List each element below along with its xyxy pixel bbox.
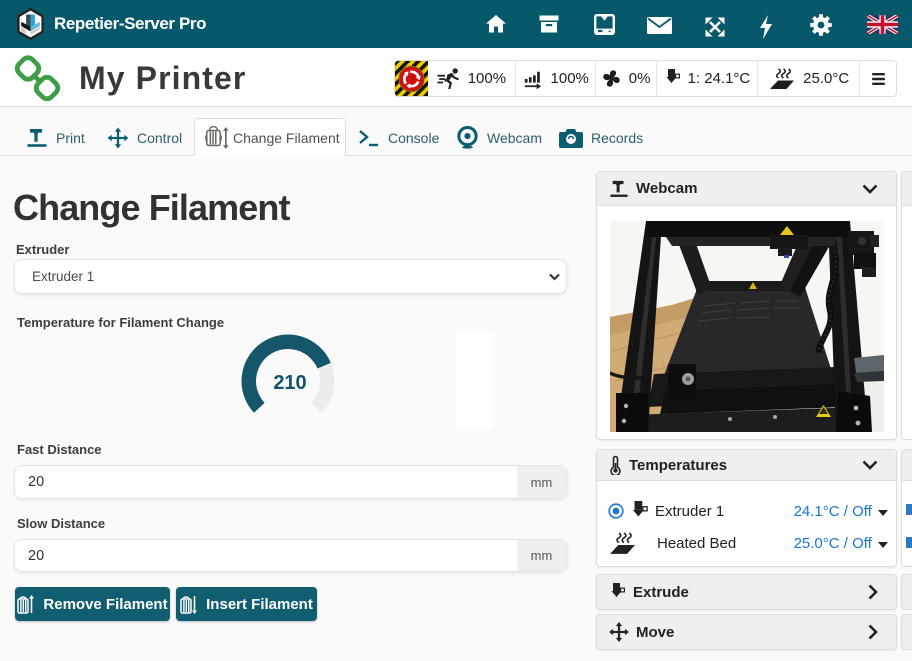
svg-text:210: 210 [273, 372, 306, 394]
